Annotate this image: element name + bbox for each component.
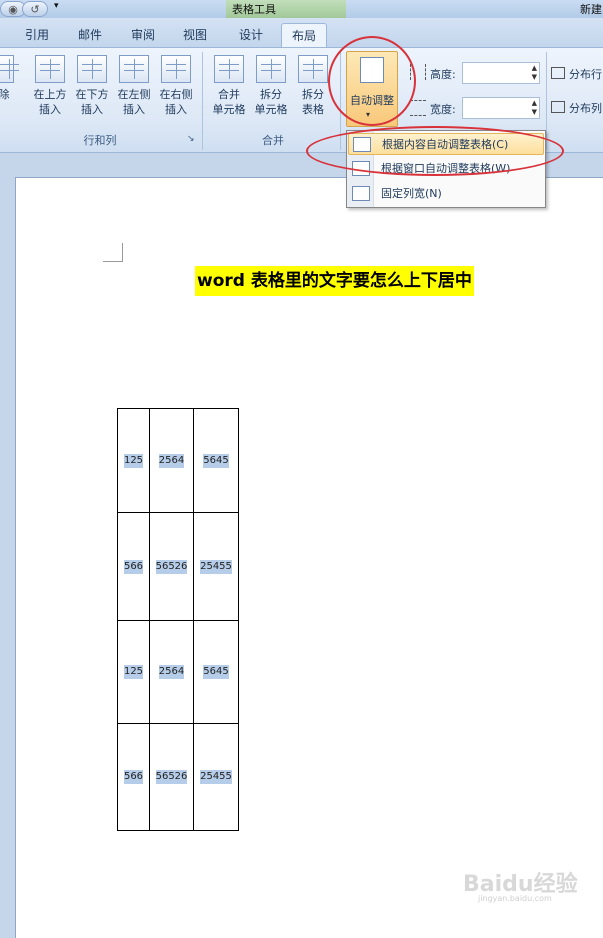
merge-cells-button[interactable]: 合并 单元格: [208, 55, 250, 117]
split-cells-label-2: 单元格: [254, 103, 288, 116]
insert-above-button[interactable]: 在上方 插入: [30, 55, 70, 117]
annotation-oval-menu-item: [306, 126, 564, 176]
split-table-label-1: 拆分: [302, 88, 324, 101]
group-separator: [546, 52, 547, 150]
document-heading[interactable]: word 表格里的文字要怎么上下居中: [195, 266, 474, 296]
insert-right-label-1: 在右侧: [159, 88, 193, 101]
tab-design[interactable]: 设计: [228, 23, 274, 47]
cell-value: 56526: [155, 559, 188, 574]
insert-row-below-icon: [77, 55, 107, 83]
group-label-rows-cols: 行和列: [83, 134, 117, 147]
cell-value: 5645: [203, 453, 229, 468]
table-cell[interactable]: 25455: [193, 512, 239, 621]
cell-value: 125: [123, 665, 144, 679]
margin-corner-mark: [103, 243, 123, 262]
tab-references[interactable]: 引用: [14, 23, 60, 47]
insert-column-left-icon: [119, 55, 149, 83]
cell-value: 566: [123, 770, 144, 784]
table-cell[interactable]: 2564: [149, 620, 194, 724]
insert-above-label-1: 在上方: [33, 88, 67, 101]
cell-value: 5645: [203, 665, 229, 679]
cell-value: 25455: [200, 770, 232, 784]
insert-right-button[interactable]: 在右侧 插入: [156, 55, 196, 117]
insert-below-label-1: 在下方: [75, 88, 109, 101]
menu-item-label: 固定列宽(N): [381, 187, 442, 200]
insert-left-label-2: 插入: [123, 103, 145, 116]
insert-left-button[interactable]: 在左侧 插入: [114, 55, 154, 117]
undo-icon[interactable]: ↺: [22, 1, 48, 17]
cell-value: 56526: [155, 770, 188, 784]
split-cells-icon: [256, 55, 286, 83]
tab-view[interactable]: 视图: [172, 23, 218, 47]
context-title: 表格工具: [232, 3, 276, 16]
delete-table-icon: [0, 55, 19, 83]
table-row: 125 2564 5645: [117, 408, 239, 513]
table-cell[interactable]: 5645: [193, 408, 239, 513]
cell-value: 25455: [200, 559, 232, 574]
annotation-circle-autofit: [328, 36, 416, 126]
table-cell[interactable]: 25455: [193, 723, 239, 831]
distribute-columns-icon: [551, 101, 565, 113]
table-cell[interactable]: 566: [117, 512, 150, 621]
table-cell[interactable]: 125: [117, 620, 150, 724]
insert-above-label-2: 插入: [39, 103, 61, 116]
height-label: 高度:: [430, 68, 456, 81]
document-title: 新建: [580, 3, 602, 16]
insert-right-label-2: 插入: [165, 103, 187, 116]
dialog-launcher-icon[interactable]: ↘: [187, 134, 195, 144]
table-cell[interactable]: 56526: [149, 723, 194, 831]
table-cell[interactable]: 2564: [149, 408, 194, 513]
insert-column-right-icon: [161, 55, 191, 83]
table-cell[interactable]: 566: [117, 723, 150, 831]
table-row: 566 56526 25455: [117, 512, 239, 621]
spinner-arrows-icon[interactable]: ▲ ▼: [532, 64, 537, 82]
insert-row-above-icon: [35, 55, 65, 83]
cell-value: 2564: [158, 665, 185, 679]
width-label: 宽度:: [430, 103, 456, 116]
insert-below-label-2: 插入: [81, 103, 103, 116]
quick-access-dropdown-icon[interactable]: ▾: [54, 1, 59, 11]
baidu-watermark-url: jingyan.baidu.com: [478, 894, 552, 903]
tab-mailings[interactable]: 邮件: [66, 23, 114, 47]
distribute-rows-button[interactable]: 分布行: [569, 66, 602, 82]
height-input[interactable]: ▲ ▼: [462, 62, 540, 84]
data-table[interactable]: 125 2564 5645 566 56526 25455 125 2564 5…: [117, 408, 239, 831]
split-cells-label-1: 拆分: [260, 88, 282, 101]
split-table-button[interactable]: 拆分 表格: [294, 55, 332, 117]
cell-value: 566: [123, 559, 144, 574]
merge-cells-icon: [214, 55, 244, 83]
delete-label: 除: [0, 88, 10, 101]
cell-value: 2564: [158, 453, 185, 468]
menu-item-fixed-column-width[interactable]: 固定列宽(N): [348, 183, 544, 205]
insert-below-button[interactable]: 在下方 插入: [72, 55, 112, 117]
delete-button[interactable]: 除: [0, 55, 19, 102]
merge-cells-label-1: 合并: [218, 88, 240, 101]
merge-cells-label-2: 单元格: [212, 103, 246, 116]
distribute-rows-icon: [551, 67, 565, 79]
group-separator: [202, 52, 203, 150]
distribute-columns-button[interactable]: 分布列: [569, 100, 602, 116]
column-width-icon: [410, 100, 426, 116]
tab-layout[interactable]: 布局: [281, 23, 327, 47]
table-cell[interactable]: 5645: [193, 620, 239, 724]
table-cell[interactable]: 56526: [149, 512, 194, 621]
table-row: 566 56526 25455: [117, 723, 239, 831]
tab-review[interactable]: 审阅: [120, 23, 166, 47]
width-input[interactable]: ▲ ▼: [462, 97, 540, 119]
split-table-icon: [298, 55, 328, 83]
insert-left-label-1: 在左侧: [117, 88, 151, 101]
cell-value: 125: [123, 453, 144, 468]
split-table-label-2: 表格: [302, 103, 324, 116]
fixed-column-width-icon: [352, 186, 370, 201]
spinner-arrows-icon[interactable]: ▲ ▼: [532, 99, 537, 117]
split-cells-button[interactable]: 拆分 单元格: [250, 55, 292, 117]
table-cell[interactable]: 125: [117, 408, 150, 513]
table-row: 125 2564 5645: [117, 620, 239, 724]
